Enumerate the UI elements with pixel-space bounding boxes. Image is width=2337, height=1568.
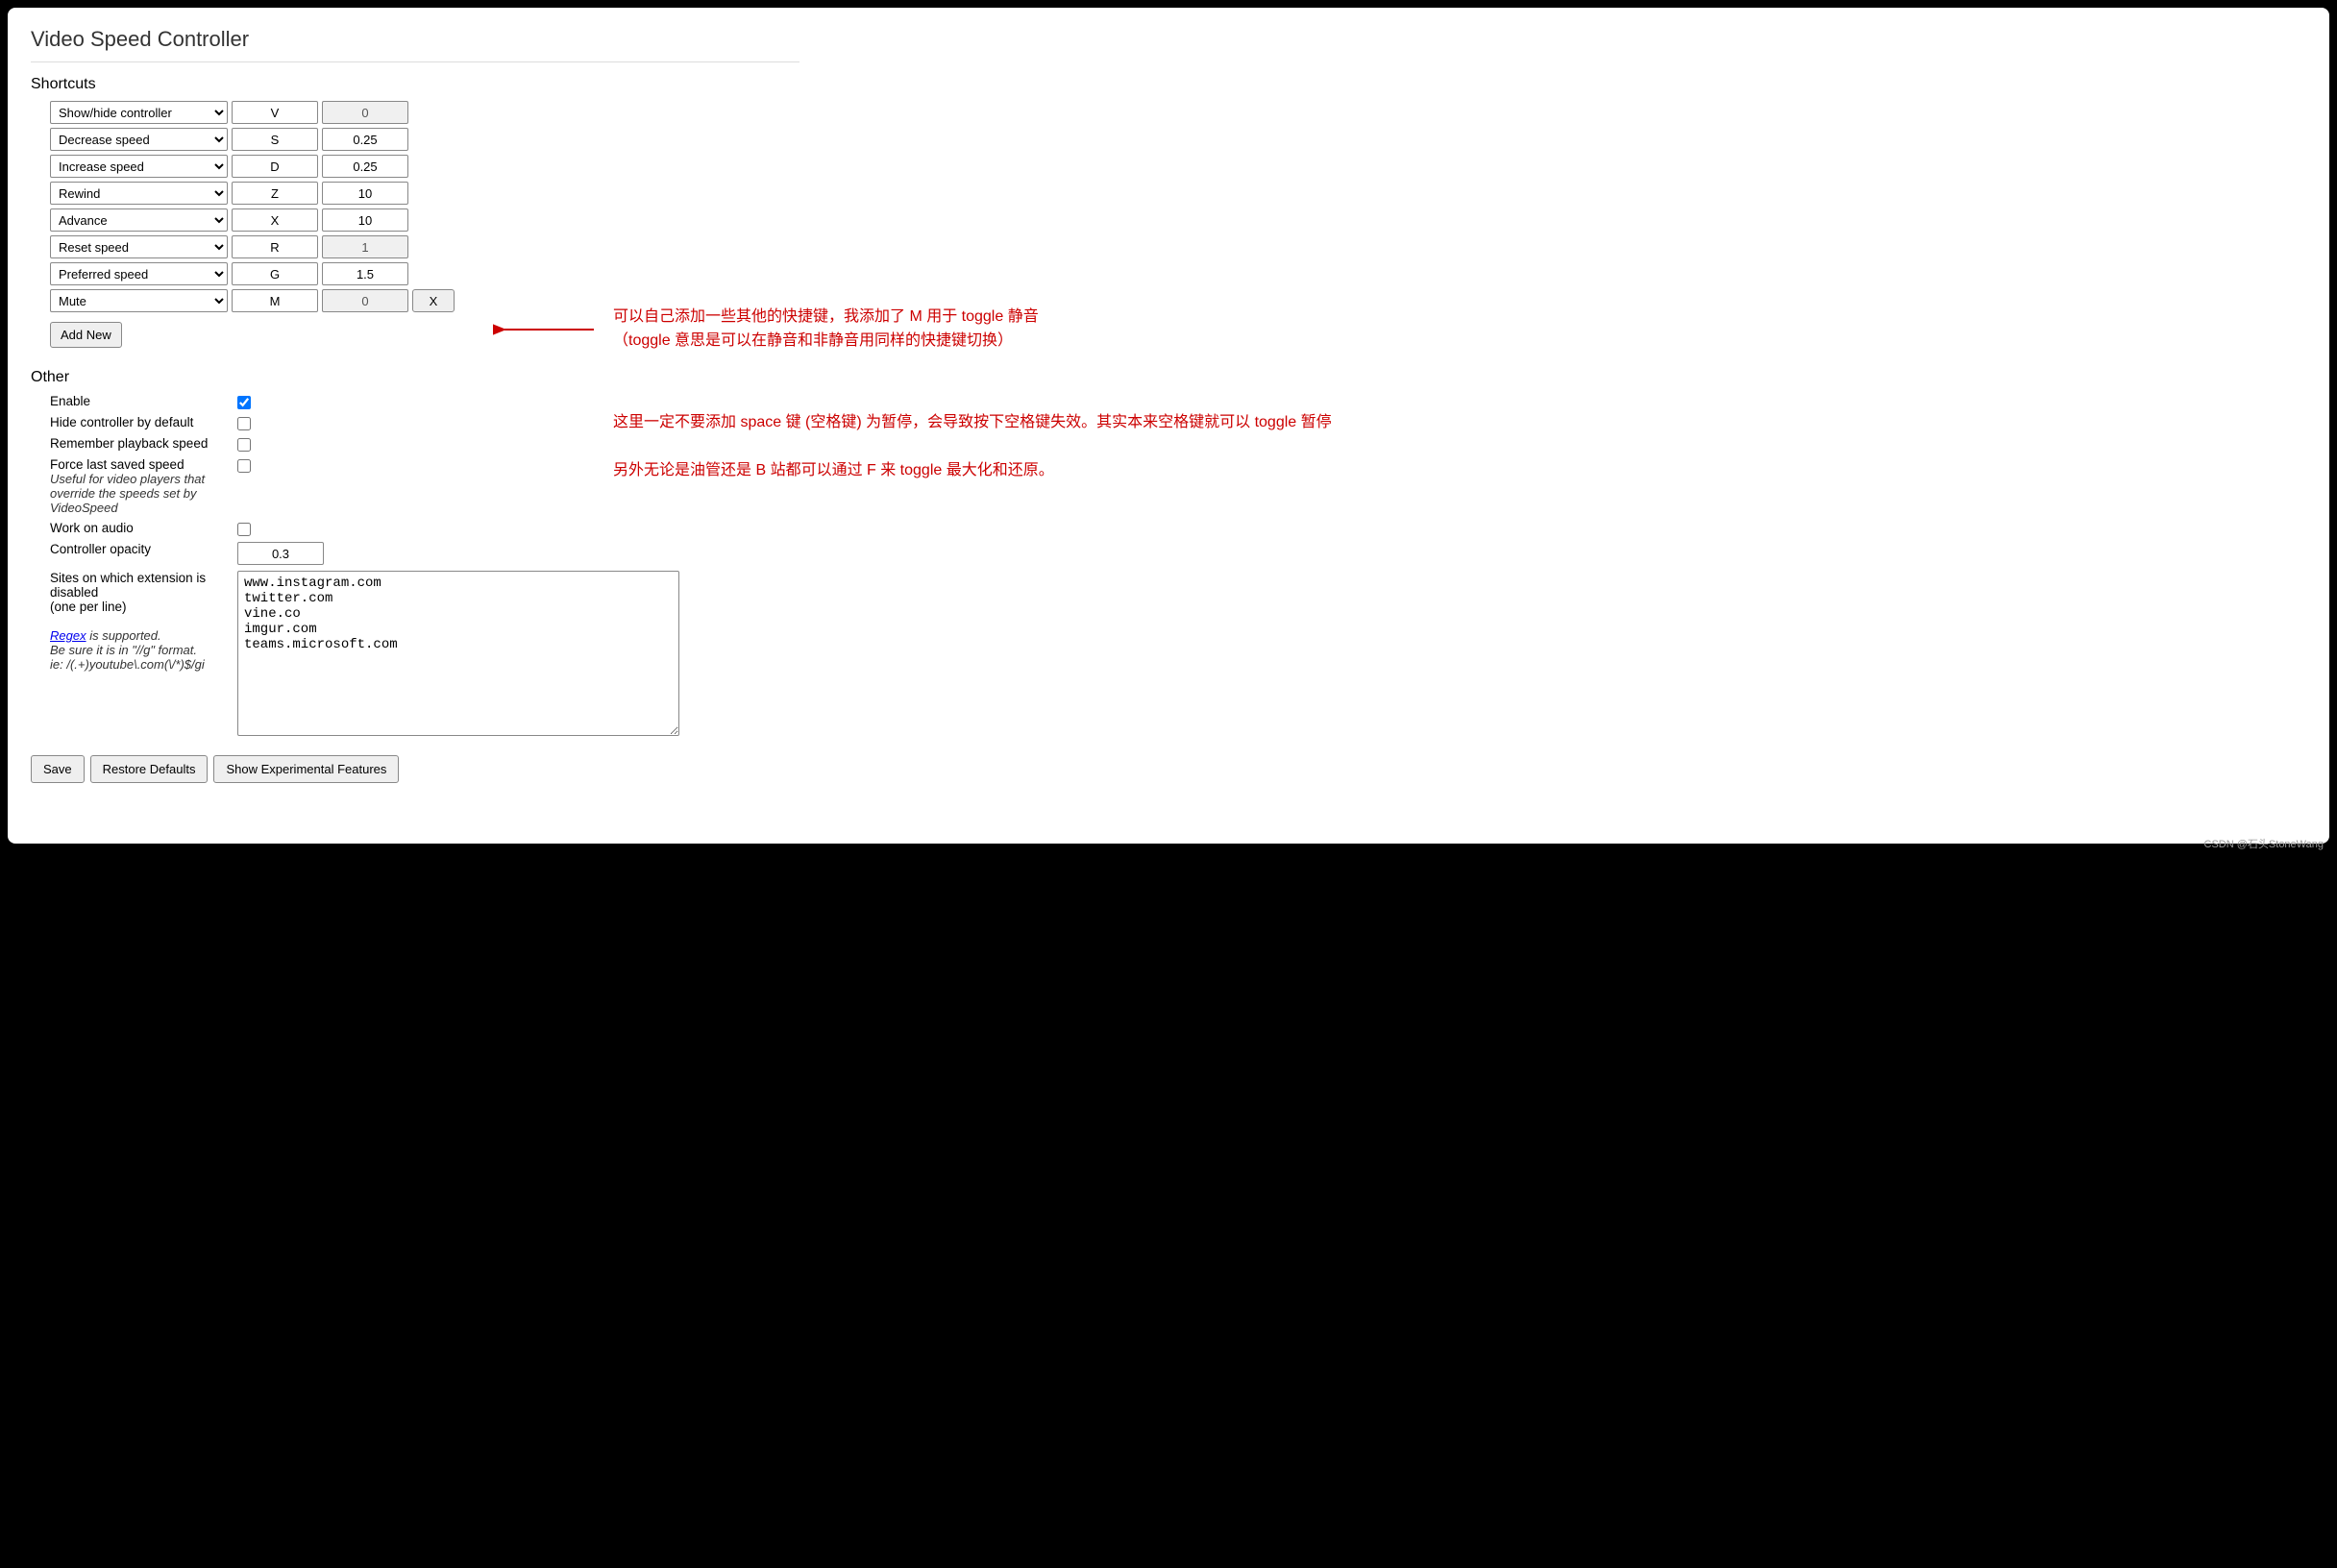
- regex-link[interactable]: Regex: [50, 628, 86, 643]
- action-select[interactable]: Increase speed: [50, 155, 228, 178]
- value-input: [322, 289, 408, 312]
- hide-checkbox[interactable]: [237, 417, 251, 430]
- enable-row: Enable: [50, 394, 2306, 409]
- force-checkbox[interactable]: [237, 459, 251, 473]
- remember-label: Remember playback speed: [50, 436, 237, 451]
- sites-label: Sites on which extension is disabled: [50, 571, 206, 600]
- value-input: [322, 235, 408, 258]
- shortcuts-heading: Shortcuts: [31, 76, 2306, 93]
- key-input[interactable]: [232, 289, 318, 312]
- shortcut-row: Preferred speed: [50, 262, 2306, 285]
- action-select[interactable]: Decrease speed: [50, 128, 228, 151]
- shortcut-row: Decrease speed: [50, 128, 2306, 151]
- opacity-input[interactable]: [237, 542, 324, 565]
- page-title: Video Speed Controller: [31, 27, 2306, 52]
- force-label-block: Force last saved speed Useful for video …: [50, 457, 237, 515]
- remove-button[interactable]: X: [412, 289, 455, 312]
- value-input[interactable]: [322, 155, 408, 178]
- value-input[interactable]: [322, 208, 408, 232]
- experimental-button[interactable]: Show Experimental Features: [213, 755, 399, 783]
- value-input[interactable]: [322, 182, 408, 205]
- remember-checkbox[interactable]: [237, 438, 251, 452]
- key-input[interactable]: [232, 101, 318, 124]
- shortcut-row: Mute X: [50, 289, 2306, 312]
- settings-window: Video Speed Controller Shortcuts Show/hi…: [8, 8, 2329, 844]
- annotation-1: 可以自己添加一些其他的快捷键，我添加了 M 用于 toggle 静音 （togg…: [613, 306, 1039, 354]
- opacity-label: Controller opacity: [50, 542, 237, 556]
- audio-checkbox[interactable]: [237, 523, 251, 536]
- enable-label: Enable: [50, 394, 237, 408]
- restore-defaults-button[interactable]: Restore Defaults: [90, 755, 209, 783]
- shortcut-row: Advance: [50, 208, 2306, 232]
- opacity-row: Controller opacity: [50, 542, 2306, 565]
- action-select[interactable]: Reset speed: [50, 235, 228, 258]
- watermark: CSDN @石头StoneWang: [2204, 836, 2324, 851]
- sites-label-block: Sites on which extension is disabled (on…: [50, 571, 237, 672]
- force-label: Force last saved speed: [50, 457, 184, 472]
- sites-textarea[interactable]: [237, 571, 679, 736]
- shortcuts-table: Show/hide controller Decrease speed Increa…: [50, 101, 2306, 312]
- shortcut-row: Show/hide controller: [50, 101, 2306, 124]
- other-heading: Other: [31, 369, 2306, 386]
- bottom-buttons: Save Restore Defaults Show Experimental …: [31, 755, 2306, 783]
- audio-row: Work on audio: [50, 521, 2306, 536]
- key-input[interactable]: [232, 182, 318, 205]
- sites-row: Sites on which extension is disabled (on…: [50, 571, 2306, 736]
- shortcut-row: Rewind: [50, 182, 2306, 205]
- key-input[interactable]: [232, 235, 318, 258]
- action-select[interactable]: Show/hide controller: [50, 101, 228, 124]
- hide-label: Hide controller by default: [50, 415, 237, 429]
- force-hint: Useful for video players that override t…: [50, 472, 205, 515]
- shortcut-row: Reset speed: [50, 235, 2306, 258]
- value-input[interactable]: [322, 262, 408, 285]
- action-select[interactable]: Preferred speed: [50, 262, 228, 285]
- audio-label: Work on audio: [50, 521, 237, 535]
- shortcut-row: Increase speed: [50, 155, 2306, 178]
- enable-checkbox[interactable]: [237, 396, 251, 409]
- action-select[interactable]: Advance: [50, 208, 228, 232]
- add-new-button[interactable]: Add New: [50, 322, 122, 348]
- action-select[interactable]: Rewind: [50, 182, 228, 205]
- annotation-arrow-icon: [493, 315, 599, 344]
- key-input[interactable]: [232, 262, 318, 285]
- save-button[interactable]: Save: [31, 755, 85, 783]
- key-input[interactable]: [232, 208, 318, 232]
- sites-hint: (one per line): [50, 600, 127, 614]
- action-select[interactable]: Mute: [50, 289, 228, 312]
- value-input: [322, 101, 408, 124]
- value-input[interactable]: [322, 128, 408, 151]
- regex-hint-block: Regex is supported. Be sure it is in "//…: [50, 628, 205, 672]
- annotation-2: 这里一定不要添加 space 键 (空格键) 为暂停，会导致按下空格键失效。其实…: [613, 411, 1332, 482]
- divider: [31, 61, 800, 62]
- key-input[interactable]: [232, 128, 318, 151]
- key-input[interactable]: [232, 155, 318, 178]
